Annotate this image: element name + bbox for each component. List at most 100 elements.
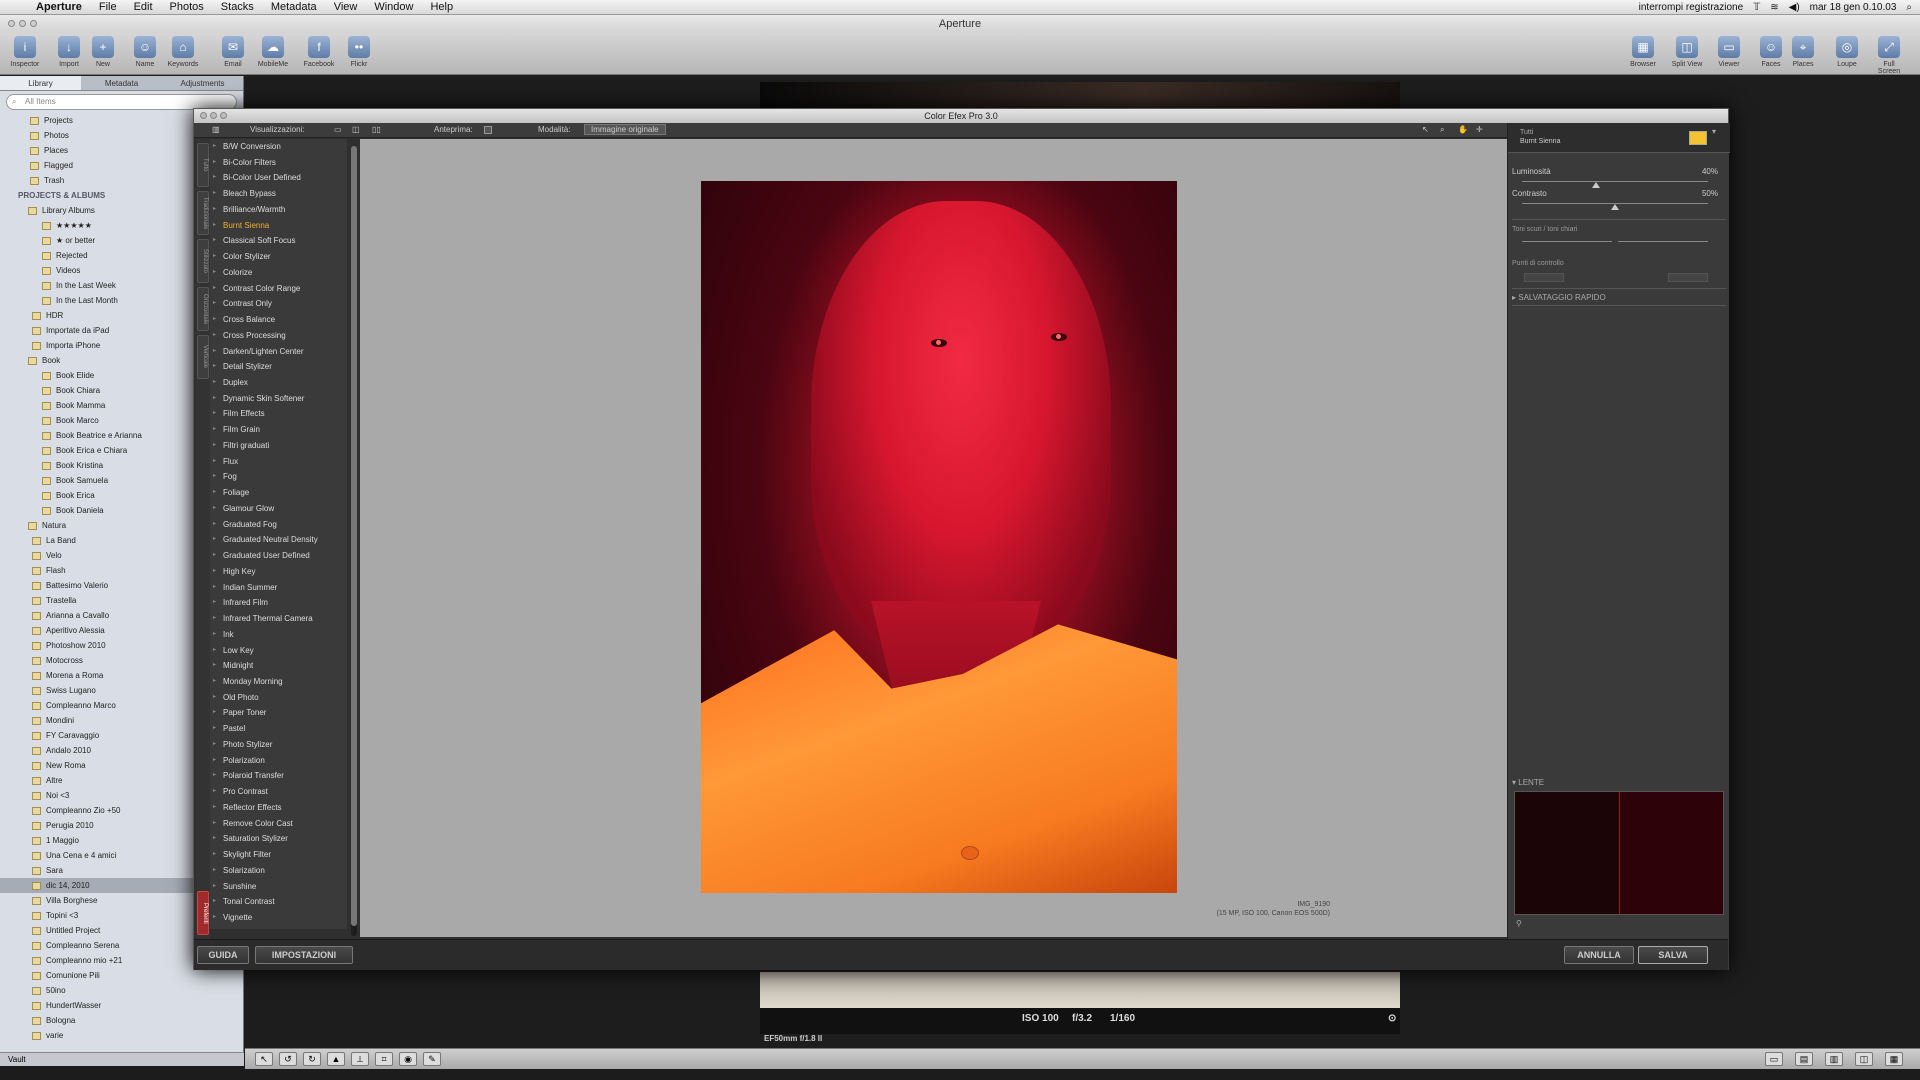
- filter-item[interactable]: Cross Balance: [210, 312, 347, 328]
- filter-item[interactable]: B/W Conversion: [210, 139, 347, 155]
- inspector-button[interactable]: i Inspector: [8, 36, 42, 68]
- filter-item[interactable]: Fog: [210, 469, 347, 485]
- filter-item[interactable]: Infrared Thermal Camera: [210, 611, 347, 627]
- filter-item[interactable]: Bi-Color Filters: [210, 155, 347, 171]
- project-item[interactable]: Bologna: [0, 1013, 243, 1028]
- project-item[interactable]: Comunione Pili: [0, 968, 243, 983]
- filter-item[interactable]: Paper Toner: [210, 705, 347, 721]
- loupe-preview[interactable]: [1514, 791, 1724, 915]
- project-item[interactable]: 50ino: [0, 983, 243, 998]
- tab-favorites[interactable]: Preferiti: [197, 891, 209, 935]
- filter-item[interactable]: Graduated User Defined: [210, 548, 347, 564]
- filter-menu-icon[interactable]: ▾: [1712, 127, 1716, 136]
- highlights-slider[interactable]: [1618, 241, 1708, 242]
- browser-button[interactable]: ▦ Browser: [1626, 36, 1660, 68]
- menu-stacks[interactable]: Stacks: [221, 1, 254, 13]
- menu-photos[interactable]: Photos: [170, 1, 204, 13]
- vault-footer[interactable]: Vault: [0, 1052, 244, 1066]
- name-button[interactable]: ☺ Name: [128, 36, 162, 68]
- filter-item[interactable]: Low Key: [210, 643, 347, 659]
- filter-item[interactable]: Bi-Color User Defined: [210, 170, 347, 186]
- filter-item[interactable]: Vignette: [210, 910, 347, 926]
- save-button[interactable]: SALVA: [1638, 946, 1708, 964]
- add-control-point-button[interactable]: [1524, 273, 1564, 282]
- dialog-minimize-button[interactable]: [210, 112, 217, 119]
- preview-checkbox[interactable]: [484, 126, 492, 134]
- hand-tool-icon[interactable]: ✋: [1458, 125, 1468, 134]
- straighten-icon[interactable]: ⟂: [351, 1052, 369, 1066]
- menu-window[interactable]: Window: [374, 1, 413, 13]
- tab-all[interactable]: Tutto: [197, 143, 209, 187]
- filter-item[interactable]: Dynamic Skin Softener: [210, 391, 347, 407]
- split-view-icon[interactable]: ◫: [352, 125, 360, 134]
- filter-item[interactable]: Saturation Stylizer: [210, 831, 347, 847]
- loupe-section[interactable]: ▾ LENTE: [1512, 778, 1726, 787]
- lift-icon[interactable]: ▲: [327, 1052, 345, 1066]
- recording-status[interactable]: interrompi registrazione: [1639, 2, 1744, 13]
- single-view-icon[interactable]: ▭: [334, 125, 342, 134]
- filter-item[interactable]: Skylight Filter: [210, 847, 347, 863]
- menu-view[interactable]: View: [334, 1, 358, 13]
- filter-item[interactable]: Darken/Lighten Center: [210, 344, 347, 360]
- view-mode-1-icon[interactable]: ▭: [1765, 1052, 1783, 1066]
- filter-list-scrollbar[interactable]: [351, 146, 357, 936]
- filter-item[interactable]: Cross Processing: [210, 328, 347, 344]
- facebook-button[interactable]: f Facebook: [302, 36, 336, 68]
- filter-item[interactable]: Sunshine: [210, 879, 347, 895]
- twitter-icon[interactable]: 𝕋: [1753, 2, 1760, 13]
- clock[interactable]: mar 18 gen 0.10.03: [1810, 2, 1897, 13]
- preview-photo[interactable]: [701, 181, 1177, 893]
- close-window-button[interactable]: [8, 20, 15, 27]
- zoom-tool-icon[interactable]: ⌕: [1440, 125, 1444, 135]
- mobileme-button[interactable]: ☁ MobileMe: [256, 36, 290, 68]
- keywords-button[interactable]: ⌂ Keywords: [166, 36, 200, 68]
- project-item[interactable]: varie: [0, 1028, 243, 1043]
- settings-button[interactable]: IMPOSTAZIONI: [255, 946, 353, 964]
- places-button[interactable]: ⌖ Places: [1786, 36, 1820, 68]
- filter-item[interactable]: Glamour Glow: [210, 501, 347, 517]
- filter-color-swatch[interactable]: [1689, 131, 1707, 145]
- filter-item[interactable]: Film Effects: [210, 406, 347, 422]
- filter-item[interactable]: High Key: [210, 564, 347, 580]
- filter-item[interactable]: Color Stylizer: [210, 249, 347, 265]
- filter-item[interactable]: Remove Color Cast: [210, 816, 347, 832]
- filter-item[interactable]: Film Grain: [210, 422, 347, 438]
- filter-item[interactable]: Classical Soft Focus: [210, 233, 347, 249]
- new-button[interactable]: + New: [86, 36, 120, 68]
- filter-item[interactable]: Midnight: [210, 658, 347, 674]
- flickr-button[interactable]: •• Flickr: [342, 36, 376, 68]
- help-button[interactable]: GUIDA: [197, 946, 249, 964]
- filter-item[interactable]: Brilliance/Warmth: [210, 202, 347, 218]
- filter-item[interactable]: Burnt Sienna: [210, 218, 347, 234]
- filter-item[interactable]: Bleach Bypass: [210, 186, 347, 202]
- dialog-close-button[interactable]: [200, 112, 207, 119]
- filter-item[interactable]: Contrast Color Range: [210, 281, 347, 297]
- dialog-zoom-button[interactable]: [220, 112, 227, 119]
- view-mode-4-icon[interactable]: ◫: [1855, 1052, 1873, 1066]
- contrast-slider-knob[interactable]: [1611, 204, 1619, 210]
- filter-item[interactable]: Detail Stylizer: [210, 359, 347, 375]
- filter-item[interactable]: Flux: [210, 454, 347, 470]
- pointer-tool-icon[interactable]: ↖: [1422, 125, 1429, 134]
- fit-tool-icon[interactable]: ✛: [1476, 125, 1483, 134]
- filter-item[interactable]: Vignette Blur: [210, 926, 347, 929]
- filter-item[interactable]: Pro Contrast: [210, 784, 347, 800]
- loupe-pin-icon[interactable]: ⚲: [1516, 919, 1522, 928]
- view-mode-3-icon[interactable]: ▥: [1825, 1052, 1843, 1066]
- filter-item[interactable]: Contrast Only: [210, 296, 347, 312]
- info-close-icon[interactable]: ⊙: [1388, 1013, 1396, 1024]
- filter-item[interactable]: Polarization: [210, 753, 347, 769]
- faces-button[interactable]: ☺ Faces: [1754, 36, 1788, 68]
- filter-item[interactable]: Colorize: [210, 265, 347, 281]
- zoom-window-button[interactable]: [30, 20, 37, 27]
- import-button[interactable]: ↓ Import: [52, 36, 86, 68]
- tab-portrait[interactable]: Verticale: [197, 335, 209, 379]
- view-mode-2-icon[interactable]: ▤: [1795, 1052, 1813, 1066]
- side-by-side-icon[interactable]: ▯▯: [372, 125, 381, 134]
- email-button[interactable]: ✉ Email: [216, 36, 250, 68]
- red-eye-icon[interactable]: ◉: [399, 1052, 417, 1066]
- filter-item[interactable]: Foliage: [210, 485, 347, 501]
- full-screen-button[interactable]: ⤢ Full Screen: [1872, 36, 1906, 75]
- filter-item[interactable]: Graduated Fog: [210, 517, 347, 533]
- loupe-button[interactable]: ◎ Loupe: [1830, 36, 1864, 68]
